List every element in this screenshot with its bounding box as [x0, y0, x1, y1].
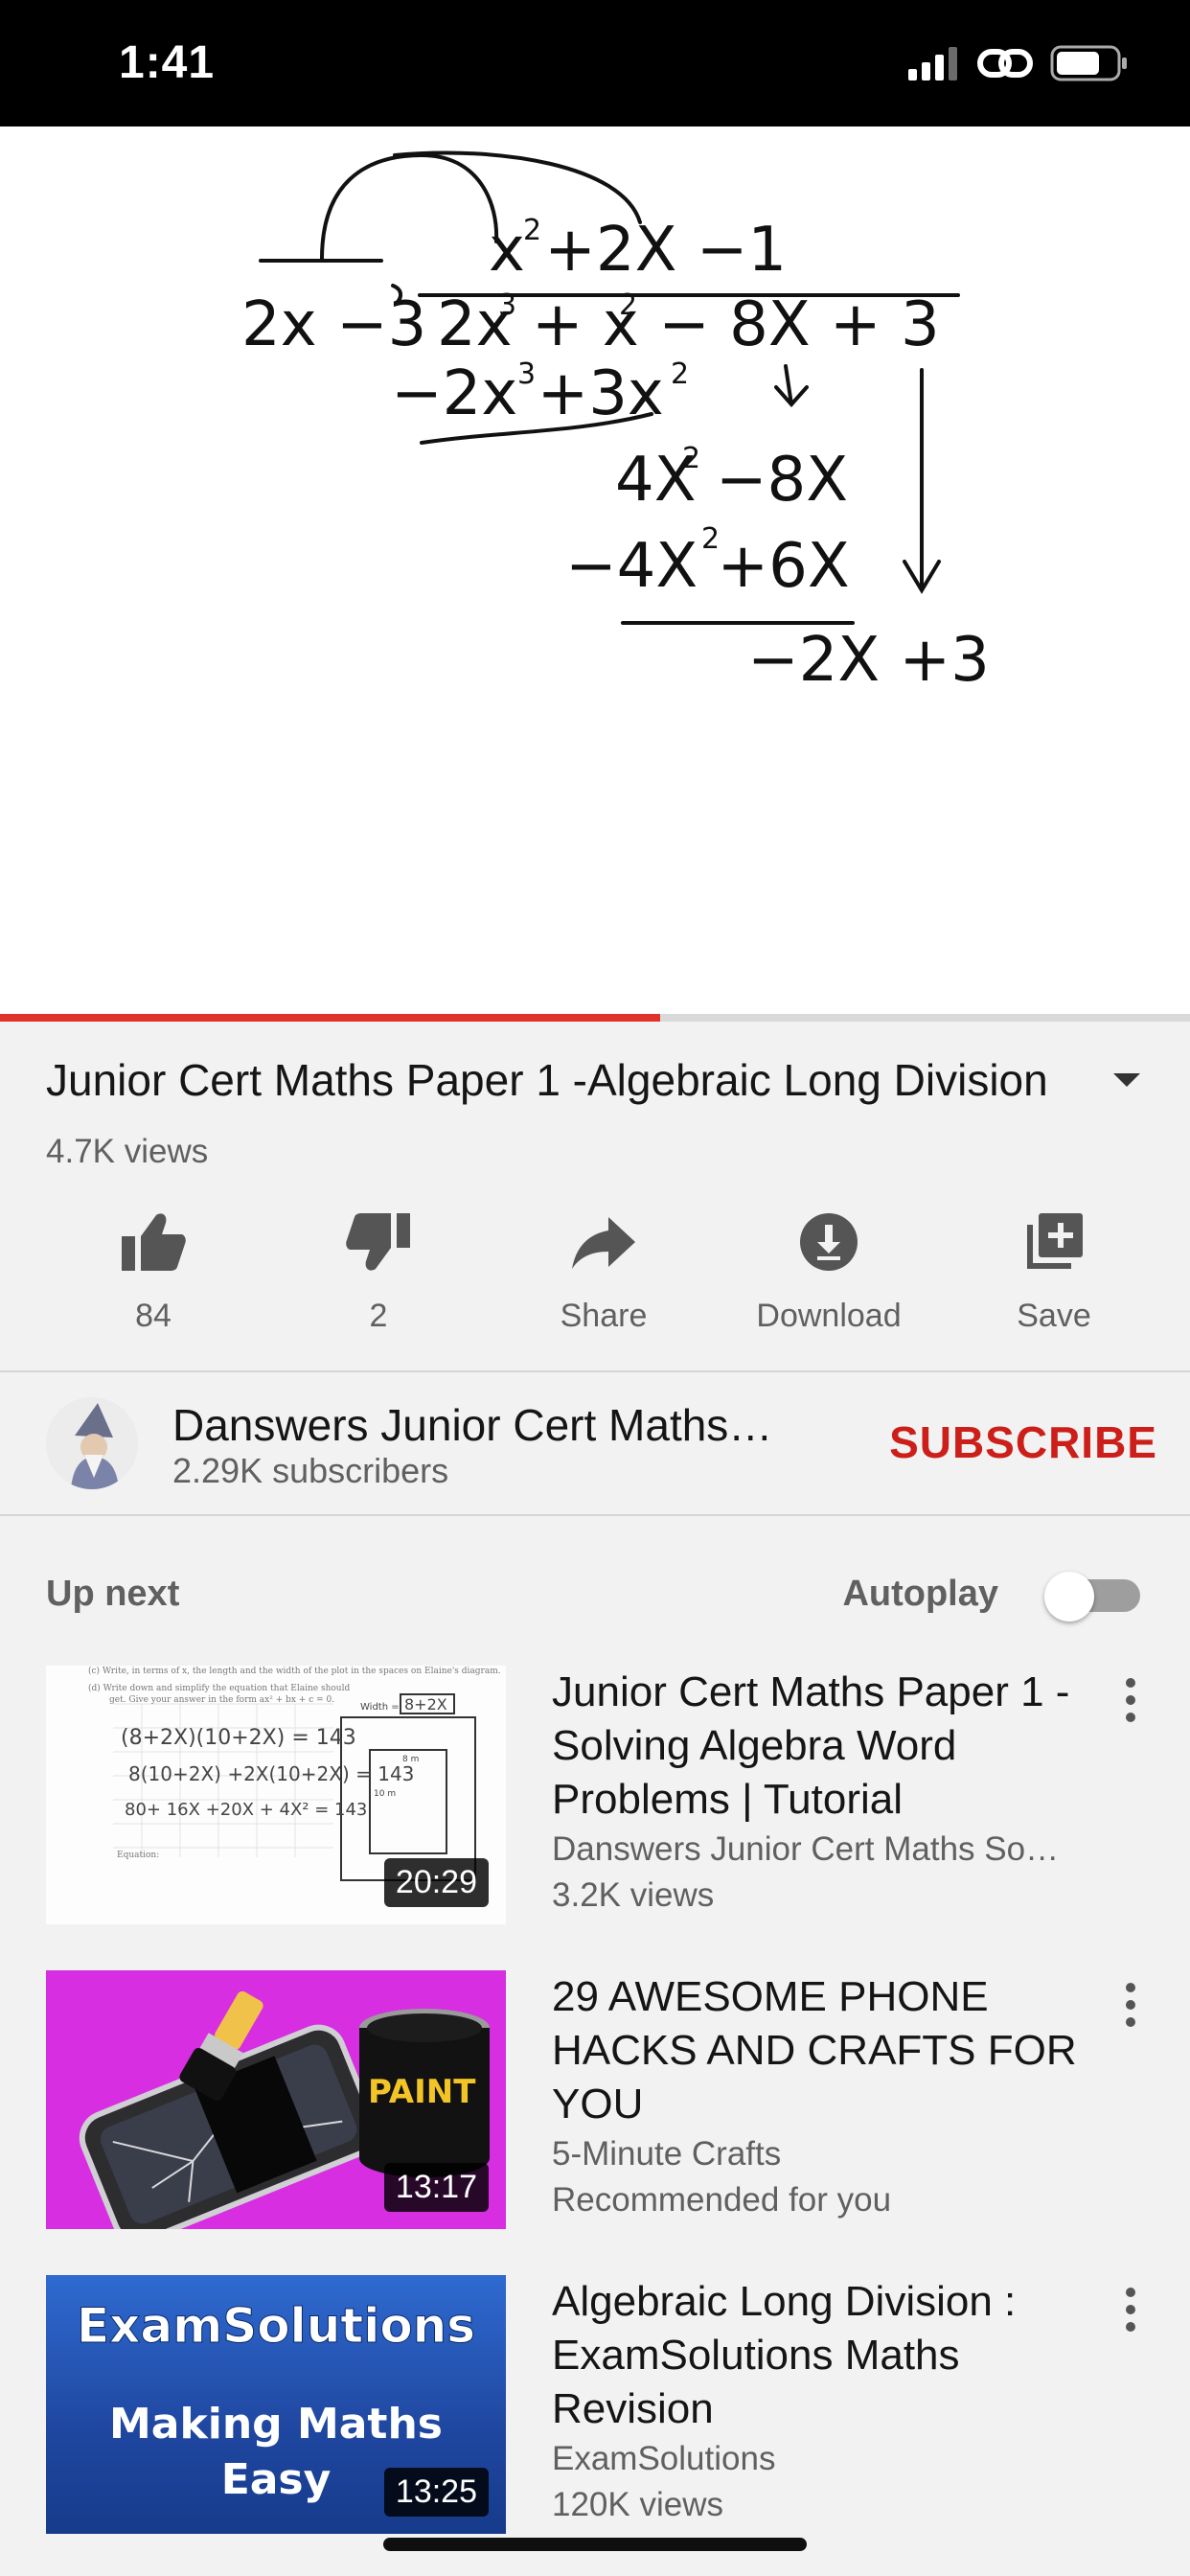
svg-text:2: 2	[671, 357, 689, 391]
svg-text:Equation:: Equation:	[117, 1851, 159, 1860]
video-list-item[interactable]: PAINT 13:17 29 AWESOME PHONE HACKS AND C…	[46, 1970, 1157, 2229]
progress-fill	[0, 1014, 661, 1022]
svg-text:(d) Write down and simplify: (d) Write down and simplify the equation…	[88, 1683, 350, 1693]
svg-text:2: 2	[701, 522, 720, 556]
video-meta: 29 AWESOME PHONE HACKS AND CRAFTS FOR YO…	[552, 1970, 1088, 2223]
video-channel: 5-Minute Crafts	[552, 2135, 782, 2173]
svg-text:2: 2	[682, 442, 700, 475]
svg-text:3: 3	[517, 357, 536, 391]
channel-row[interactable]: Danswers Junior Cert Maths… 2.29K subscr…	[46, 1395, 1157, 1490]
signal-icon	[908, 47, 957, 80]
video-title-row[interactable]: Junior Cert Maths Paper 1 -Algebraic Lon…	[46, 1054, 1144, 1106]
video-meta: Junior Cert Maths Paper 1 - Solving Alge…	[552, 1666, 1088, 1919]
save-label: Save	[1017, 1298, 1091, 1334]
divider	[0, 1370, 1190, 1372]
progress-bar[interactable]	[0, 1014, 1190, 1022]
exam-logo-text: ExamSolutions	[77, 2298, 475, 2354]
share-icon	[570, 1206, 637, 1278]
video-title: Algebraic Long Division : ExamSolutions …	[552, 2278, 1017, 2432]
svg-text:get. Give your answer in the: get. Give your answer in the form ax² + …	[109, 1695, 334, 1705]
status-time: 1:41	[119, 37, 216, 88]
svg-text:80+ 16X +20X + 4X² = 143: 80+ 16X +20X + 4X² = 143	[125, 1800, 367, 1820]
channel-avatar[interactable]	[46, 1397, 138, 1489]
svg-text:(c) Write, in terms of x, th: (c) Write, in terms of x, the length and…	[88, 1666, 501, 1676]
video-list-item[interactable]: (c) Write, in terms of x, the length and…	[46, 1666, 1157, 1924]
video-recommendation: Recommended for you	[552, 2181, 892, 2219]
video-title: Junior Cert Maths Paper 1 - Solving Alge…	[552, 1668, 1070, 1823]
video-duration: 20:29	[383, 1858, 489, 1907]
paint-label: PAINT	[368, 2073, 476, 2111]
dislike-count: 2	[369, 1298, 388, 1334]
divider	[0, 1514, 1190, 1516]
svg-text:−2X +3: −2X +3	[747, 625, 990, 696]
toggle-knob	[1044, 1572, 1094, 1622]
exam-tagline-1: Making Maths	[109, 2400, 443, 2449]
whiteboard-handwriting: x +2X −1 2 2x −3 2x + x − 8X + 3 3 2 −2x…	[241, 150, 990, 696]
video-title: Junior Cert Maths Paper 1 -Algebraic Lon…	[46, 1055, 1048, 1105]
save-playlist-icon	[1023, 1206, 1085, 1278]
status-icons	[906, 44, 1129, 82]
autoplay-label: Autoplay	[842, 1574, 998, 1614]
svg-text:10 m: 10 m	[374, 1789, 396, 1799]
svg-text:4X −8X: 4X −8X	[615, 445, 848, 516]
svg-text:8+2X: 8+2X	[404, 1695, 447, 1714]
download-icon	[798, 1206, 859, 1278]
expand-description-icon[interactable]	[1110, 1070, 1144, 1090]
more-options-icon[interactable]	[1111, 1671, 1150, 1729]
share-button[interactable]: Share	[508, 1206, 699, 1335]
video-thumbnail[interactable]: ExamSolutions Making Maths Easy 13:25	[46, 2275, 506, 2534]
video-channel: Danswers Junior Cert Maths So…	[552, 1830, 1060, 1868]
video-meta: Algebraic Long Division : ExamSolutions …	[552, 2275, 1088, 2528]
action-bar: 84 2 Share Download Save	[57, 1206, 1150, 1335]
more-options-icon[interactable]	[1111, 1976, 1150, 2034]
save-button[interactable]: Save	[958, 1206, 1150, 1335]
video-duration: 13:25	[383, 2468, 489, 2517]
download-button[interactable]: Download	[733, 1206, 925, 1335]
video-views: 120K views	[552, 2486, 723, 2523]
channel-name[interactable]: Danswers Junior Cert Maths…	[172, 1399, 772, 1451]
svg-text:Width =: Width =	[360, 1702, 400, 1713]
video-thumbnail[interactable]: (c) Write, in terms of x, the length and…	[46, 1666, 506, 1924]
svg-text:2: 2	[523, 214, 541, 247]
link-icon	[977, 49, 1033, 78]
svg-text:(8+2X)(10+2X) = 143: (8+2X)(10+2X) = 143	[121, 1726, 356, 1750]
video-thumbnail[interactable]: PAINT 13:17	[46, 1970, 506, 2229]
up-next-label: Up next	[46, 1574, 180, 1614]
more-options-icon[interactable]	[1111, 2281, 1150, 2338]
like-count: 84	[135, 1298, 172, 1334]
svg-text:8(10+2X) +2X(10+2X) = 143: 8(10+2X) +2X(10+2X) = 143	[128, 1762, 414, 1785]
autoplay-toggle[interactable]	[1044, 1572, 1144, 1622]
video-title: 29 AWESOME PHONE HACKS AND CRAFTS FOR YO…	[552, 1973, 1077, 2128]
up-next-header: Up next Autoplay	[46, 1568, 1144, 1622]
video-views: 3.2K views	[552, 1876, 715, 1914]
video-list-item[interactable]: ExamSolutions Making Maths Easy 13:25 Al…	[46, 2275, 1157, 2534]
view-count: 4.7K views	[46, 1133, 209, 1170]
battery-icon	[1050, 45, 1127, 81]
dislike-button[interactable]: 2	[283, 1206, 474, 1335]
subscribe-button[interactable]: SUBSCRIBE	[889, 1416, 1157, 1468]
like-button[interactable]: 84	[57, 1206, 249, 1335]
status-bar: 1:41	[0, 0, 1190, 126]
download-label: Download	[756, 1298, 902, 1334]
subscriber-count: 2.29K subscribers	[172, 1451, 449, 1490]
video-channel: ExamSolutions	[552, 2440, 776, 2477]
divisor-text: 2x −3	[241, 289, 426, 360]
thumbs-up-icon	[120, 1206, 187, 1278]
video-duration: 13:17	[383, 2163, 489, 2212]
video-player[interactable]: x +2X −1 2 2x −3 2x + x − 8X + 3 3 2 −2x…	[0, 126, 1190, 1018]
home-indicator[interactable]	[383, 2538, 807, 2551]
thumbs-down-icon	[345, 1206, 412, 1278]
svg-text:2: 2	[619, 288, 637, 322]
share-label: Share	[560, 1298, 648, 1334]
exam-tagline-2: Easy	[221, 2455, 332, 2504]
svg-text:3: 3	[498, 288, 516, 322]
